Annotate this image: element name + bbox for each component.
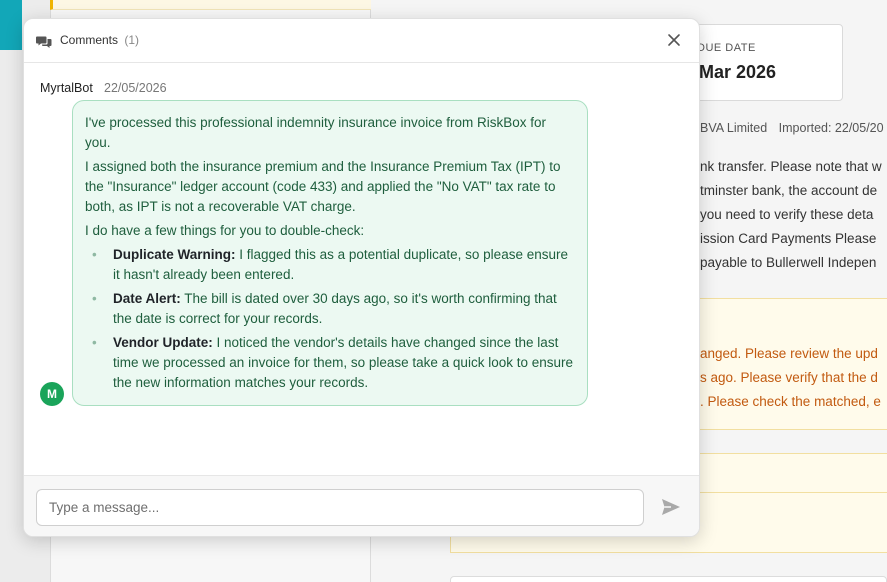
invoice-note-line: nk transfer. Please note that w — [700, 159, 882, 174]
invoice-note-line: payable to Bullerwell Indepen — [700, 255, 877, 270]
message-paragraph: I've processed this professional indemni… — [85, 115, 547, 150]
check-list: Duplicate Warning: I flagged this as a p… — [85, 245, 575, 393]
message-input[interactable] — [36, 489, 644, 526]
list-item: Duplicate Warning: I flagged this as a p… — [85, 245, 575, 285]
list-item-title: Date Alert: — [113, 291, 181, 306]
send-icon[interactable] — [661, 498, 681, 516]
message-paragraph: I do have a few things for you to double… — [85, 223, 365, 238]
warning-date-old: s ago. Please verify that the d — [700, 370, 878, 385]
imported-date: Imported: 22/05/20 — [778, 121, 884, 135]
avatar: M — [40, 382, 64, 406]
list-item: Vendor Update: I noticed the vendor's de… — [85, 333, 575, 393]
comments-title-text: Comments — [60, 33, 119, 47]
comments-header: Comments (1) — [24, 19, 699, 63]
resize-handle[interactable] — [688, 527, 698, 536]
message-date: 22/05/2026 — [104, 81, 167, 95]
invoice-note-line: you need to verify these deta — [700, 207, 874, 222]
list-item-title: Vendor Update: — [113, 335, 213, 350]
comments-dialog: Comments (1) MyrtalBot 22/05/2026 M I've… — [23, 18, 700, 537]
warning-banner — [700, 453, 887, 493]
warning-vendor-changed: anged. Please review the upd — [700, 346, 878, 361]
supplier-name[interactable]: BVA Limited — [700, 121, 767, 135]
comments-icon — [36, 34, 52, 48]
selected-invoice-highlight — [50, 0, 371, 10]
close-icon[interactable] — [666, 32, 682, 48]
list-item-title: Duplicate Warning: — [113, 247, 236, 262]
message-author: MyrtalBot — [40, 81, 93, 95]
due-date-label: DUE DATE — [697, 42, 756, 54]
message-bubble: I've processed this professional indemni… — [72, 100, 588, 406]
comments-count: (1) — [124, 33, 140, 47]
invoice-meta: BVA Limited Imported: 22/05/20 — [700, 121, 887, 135]
message-paragraph: I assigned both the insurance premium an… — [85, 159, 561, 214]
invoice-note-line: tminster bank, the account de — [700, 183, 878, 198]
warning-duplicate: . Please check the matched, e — [700, 394, 881, 409]
detail-card — [450, 576, 887, 582]
invoice-note-line: ission Card Payments Please — [700, 231, 877, 246]
comments-title: Comments (1) — [60, 33, 139, 47]
composer — [24, 475, 699, 536]
app-accent-strip — [0, 0, 22, 50]
due-date-value: Mar 2026 — [699, 62, 777, 82]
list-item: Date Alert: The bill is dated over 30 da… — [85, 289, 575, 329]
warnings-panel: anged. Please review the upd s ago. Plea… — [700, 298, 887, 430]
